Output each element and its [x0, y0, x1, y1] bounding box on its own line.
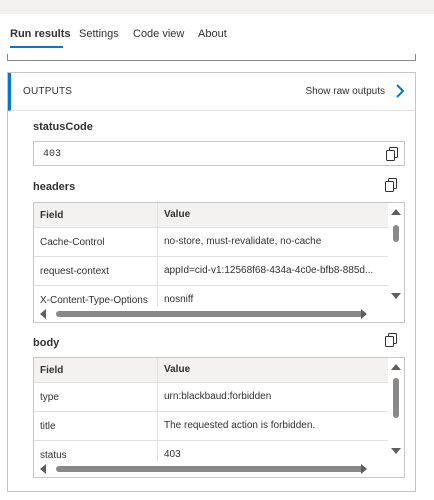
scroll-right-arrow[interactable]	[361, 464, 367, 474]
scrollbar-corner	[388, 461, 404, 477]
headers-label: headers	[33, 181, 76, 193]
copy-icon[interactable]	[385, 178, 397, 192]
scroll-left-arrow[interactable]	[40, 464, 46, 474]
scroll-down-arrow[interactable]	[391, 448, 401, 454]
body-label: body	[33, 337, 60, 349]
tab-settings[interactable]: Settings	[79, 28, 119, 40]
horizontal-scroll-thumb[interactable]	[56, 466, 364, 472]
vertical-scrollbar[interactable]	[388, 358, 404, 461]
headers-grid: Field Value Cache-Control no-store, must…	[33, 202, 405, 323]
vertical-scrollbar[interactable]	[388, 203, 404, 306]
field-cell: title	[34, 412, 158, 440]
chevron-right-icon[interactable]	[393, 83, 407, 99]
table-row: type urn:blackbaud:forbidden	[34, 383, 389, 412]
grid-header-row: Field Value	[34, 358, 389, 383]
field-cell: request-context	[34, 257, 158, 285]
previous-card-edge	[7, 54, 416, 61]
horizontal-scroll-thumb[interactable]	[56, 311, 364, 317]
vertical-scroll-thumb[interactable]	[393, 378, 399, 418]
table-row: Cache-Control no-store, must-revalidate,…	[34, 228, 389, 257]
value-cell: no-store, must-revalidate, no-cache	[164, 236, 322, 247]
column-header-field: Field	[34, 203, 158, 227]
grid-header-row: Field Value	[34, 203, 389, 228]
field-cell: Cache-Control	[34, 228, 158, 256]
value-cell: The requested action is forbidden.	[164, 420, 316, 431]
scroll-down-arrow[interactable]	[391, 293, 401, 299]
scroll-up-arrow[interactable]	[391, 209, 401, 215]
outputs-header: OUTPUTS Show raw outputs	[8, 73, 415, 111]
column-header-value: Value	[164, 364, 191, 375]
scroll-up-arrow[interactable]	[391, 364, 401, 370]
status-code-label: statusCode	[33, 121, 93, 133]
tab-bar: Run results Settings Code view About	[0, 14, 434, 54]
scroll-right-arrow[interactable]	[361, 309, 367, 319]
body-grid: Field Value type urn:blackbaud:forbidden…	[33, 357, 405, 478]
value-cell: urn:blackbaud:forbidden	[164, 391, 272, 402]
active-tab-indicator	[10, 46, 63, 48]
horizontal-scrollbar[interactable]	[34, 461, 389, 477]
status-code-value: 403	[43, 149, 62, 160]
table-row: request-context appId=cid-v1:12568f68-43…	[34, 257, 389, 286]
tab-code-view[interactable]: Code view	[133, 28, 184, 40]
status-code-box: 403	[33, 141, 405, 166]
column-header-value: Value	[164, 209, 191, 220]
tab-about[interactable]: About	[198, 28, 227, 40]
copy-icon[interactable]	[386, 147, 398, 161]
tab-run-results[interactable]: Run results	[10, 28, 71, 40]
outputs-title: OUTPUTS	[23, 86, 73, 97]
column-header-field: Field	[34, 358, 158, 382]
field-cell: type	[34, 383, 158, 411]
horizontal-scrollbar[interactable]	[34, 306, 389, 322]
scroll-left-arrow[interactable]	[40, 309, 46, 319]
vertical-scroll-thumb[interactable]	[393, 225, 399, 242]
scrollbar-corner	[388, 306, 404, 322]
show-raw-outputs-link[interactable]: Show raw outputs	[306, 86, 386, 97]
top-strip	[0, 0, 434, 14]
copy-icon[interactable]	[385, 333, 397, 347]
value-cell: appId=cid-v1:12568f68-434a-4c0e-bfb8-885…	[164, 265, 374, 276]
table-row: title The requested action is forbidden.	[34, 412, 389, 441]
